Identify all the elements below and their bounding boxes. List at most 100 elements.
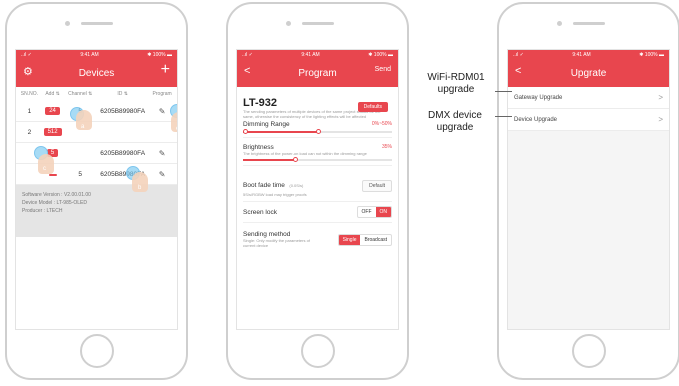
page-title: Devices [78,68,115,79]
dmx-callout-line2: upgrade [436,122,474,133]
table-row[interactable]: 1 24 5 6205B89980FA ✎ [16,101,177,122]
speaker [573,22,605,25]
brightness-description: The brightness of the power-on load can … [243,151,367,156]
back-chevron-icon[interactable]: < [515,65,521,77]
send-button[interactable]: Send [375,66,391,73]
broadcast-option[interactable]: Broadcast [360,235,391,245]
status-bar: ..ıl ✓ 9:41 AM ✱ 100% ▬ [237,50,398,60]
brightness-knob[interactable] [293,157,299,162]
row-sn: 1 [27,107,32,115]
gateway-upgrade-item[interactable]: Gateway Upgrade > [508,87,669,109]
chevron-right-icon: > [658,93,663,102]
defaults-button[interactable]: Defaults [357,102,388,112]
upgrade-screen: ..ıl ✓ 9:41 AM ✱ 100% ▬ < Upgrate Gatewa… [507,49,670,330]
sending-method-label: Sending method [243,231,291,238]
status-time: 9:41 AM [80,52,99,58]
upgrade-header: ..ıl ✓ 9:41 AM ✱ 100% ▬ < Upgrate [508,50,669,87]
dimming-range-slider[interactable] [243,129,392,134]
devices-screen: ..ıl ✓ 9:41 AM ✱ 100% ▬ ⚙ Devices + SN.N… [15,49,178,330]
address-badge[interactable]: 24 [45,107,60,115]
status-time: 9:41 AM [572,52,591,58]
toggle-on[interactable]: ON [375,207,391,217]
edit-pencil-icon[interactable]: ✎ [151,170,173,179]
speaker [81,22,113,25]
brightness-label: Brightness [243,144,274,151]
program-header: ..ıl ✓ 9:41 AM ✱ 100% ▬ < Program Send [237,50,398,87]
address-badge[interactable]: 512 [43,128,62,136]
battery-icon: ✱ 100% ▬ [147,52,172,58]
signal-icon: ..ıl ✓ [242,52,253,58]
chevron-right-icon: > [658,115,663,124]
brightness-value: 35% [381,144,392,150]
screen-lock-toggle[interactable]: OFF ON [356,206,392,218]
home-button[interactable] [79,334,114,368]
dimming-knob-max[interactable] [315,129,321,134]
program-screen: ..ıl ✓ 9:41 AM ✱ 100% ▬ < Program Send L… [236,49,399,330]
boot-fade-label: Boot fade time [243,182,285,189]
page-title: Program [298,68,337,79]
hand-icon [38,154,54,174]
device-info: Software Version : V2.00.01.00 Device Mo… [16,185,177,237]
page-title: Upgrate [570,68,607,79]
status-bar: ..ıl ✓ 9:41 AM ✱ 100% ▬ [16,50,177,60]
program-nav: < Program Send [237,60,398,87]
gateway-upgrade-label: Gateway Upgrade [514,94,563,101]
speaker [302,22,334,25]
settings-gear-icon[interactable]: ⚙ [23,65,33,78]
home-button[interactable] [571,334,606,368]
dimming-knob-min[interactable] [243,129,248,134]
dmx-callout-line1: DMX device [428,110,482,121]
signal-icon: ..ıl ✓ [21,52,32,58]
wifi-callout-line1: WiFi-RDM01 [427,72,485,83]
divider [243,137,392,138]
edit-pencil-icon[interactable]: ✎ [151,149,173,158]
wifi-callout-pointer [495,91,512,92]
devices-nav: ⚙ Devices + [16,60,177,87]
screen-lock-label: Screen lock [243,208,277,216]
home-button[interactable] [300,334,335,368]
divider [243,222,392,223]
battery-icon: ✱ 100% ▬ [368,52,393,58]
single-option[interactable]: Single [338,234,361,245]
empty-area [16,237,177,329]
col-id[interactable]: ID ⇅ [94,91,151,97]
sending-method-toggle[interactable]: Single Broadcast [337,233,392,246]
row-channel: 5 [78,170,83,178]
devices-header: ..ıl ✓ 9:41 AM ✱ 100% ▬ ⚙ Devices + [16,50,177,87]
battery-icon: ✱ 100% ▬ [639,52,664,58]
table-row[interactable]: 2 512 [16,122,177,143]
dmx-callout-pointer [495,116,512,117]
brightness-fill [243,159,296,161]
dimming-range-label: Dimming Range [243,121,290,128]
toggle-off[interactable]: OFF [358,207,376,217]
phone-program: ..ıl ✓ 9:41 AM ✱ 100% ▬ < Program Send L… [226,2,409,380]
sending-method-description: Single: Only modify the parameters of cu… [243,238,310,248]
upgrade-list: Gateway Upgrade > Device Upgrade > [508,87,669,131]
phone-upgrade: ..ıl ✓ 9:41 AM ✱ 100% ▬ < Upgrate Gatewa… [497,2,679,380]
device-upgrade-item[interactable]: Device Upgrade > [508,109,669,131]
upgrade-nav: < Upgrate [508,60,669,87]
device-upgrade-label: Device Upgrade [514,116,558,123]
wifi-callout: WiFi-RDM01 upgrade [418,72,494,96]
col-sn[interactable]: SN.NO. [20,91,39,97]
col-channel[interactable]: Channel ⇅ [66,91,94,97]
back-chevron-icon[interactable]: < [244,65,250,77]
boot-fade-description: 5S/s/RGBW load may trigger proofs [243,192,307,197]
camera-dot [557,21,562,26]
producer: Producer : LTECH [22,208,63,214]
col-program: Program [152,91,172,97]
add-device-button[interactable]: + [161,61,170,79]
annotation-a: a [81,124,85,130]
camera-dot [65,21,70,26]
camera-dot [286,21,291,26]
device-model: Device Model : LT-985-OLED [22,200,87,206]
table-header: SN.NO. Add ⇅ Channel ⇅ ID ⇅ Program [16,87,177,101]
divider [243,165,392,166]
annotation-e: e [176,126,177,132]
col-add[interactable]: Add ⇅ [39,91,67,97]
phone-devices: ..ıl ✓ 9:41 AM ✱ 100% ▬ ⚙ Devices + SN.N… [5,2,188,380]
annotation-c: c [43,166,46,172]
brightness-slider[interactable] [243,157,392,162]
boot-default-button[interactable]: Default [362,179,392,192]
row-id: 6205B89980FA [100,149,146,157]
